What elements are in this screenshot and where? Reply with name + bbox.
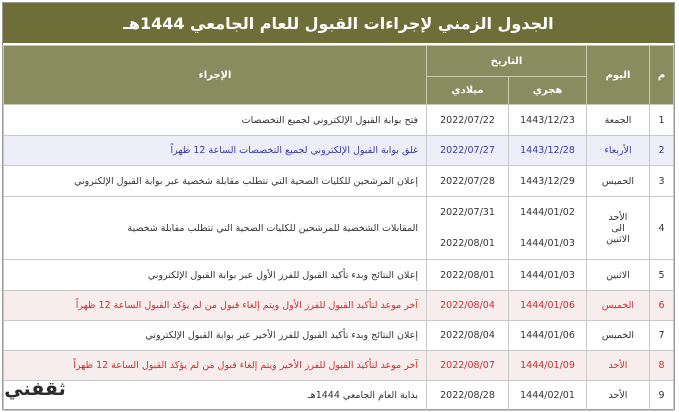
header-day: اليوم [586,45,650,105]
row-action: غلق بوابة القبول الإلكتروني لجميع التخصص… [3,135,427,166]
row-action: إعلان النتائج وبدء تأكيد القبول للفرز ال… [3,320,427,351]
row-number: 9 [649,380,674,411]
row-hijri-range: 1444/01/02 1444/01/03 [508,196,587,260]
header-date: التاريخ [426,45,587,77]
row-day: الأحد [586,380,650,411]
row-number: 5 [649,259,674,291]
row-number: 8 [649,350,674,381]
row-day-range: الأحد الى الاثنين [586,196,650,260]
row-day: الجمعة [586,104,650,136]
row-hijri: 1444/01/06 [508,320,587,351]
row-number: 1 [649,104,674,136]
row-gregorian-range: 2022/07/31 2022/08/01 [426,196,509,260]
row-day: الأحد [586,350,650,381]
table-title: الجدول الزمني لإجراءات القبول للعام الجا… [3,3,674,45]
header-hijri: هجري [508,76,587,105]
row-hijri: 1443/12/23 [508,104,587,136]
row-gregorian: 2022/08/28 [426,380,509,411]
row-gregorian: 2022/08/04 [426,290,509,321]
table-row: 8 الأحد 1444/01/09 2022/08/07 آخر موعد ل… [3,350,674,381]
table-row: 6 الخميس 1444/01/06 2022/08/04 آخر موعد … [3,290,674,321]
row-action: إعلان المرشحين للكليات الصحية التي تتطلب… [3,165,427,197]
table-row: 7 الخميس 1444/01/06 2022/08/04 إعلان الن… [3,320,674,351]
row-hijri: 1443/12/29 [508,165,587,197]
schedule-table: م اليوم التاريخ الإجراء هجري ميلادي 1 ال… [3,45,674,411]
row-gregorian: 2022/07/27 [426,135,509,166]
gregorian-start: 2022/07/31 [440,207,495,218]
row-action: فتح بوابة القبول الإلكتروني لجميع التخصص… [3,104,427,136]
row-hijri: 1444/01/09 [508,350,587,381]
row-number: 4 [649,196,674,260]
row-day: الخميس [586,290,650,321]
hijri-start: 1444/01/02 [520,207,575,218]
row-gregorian: 2022/08/07 [426,350,509,381]
row-hijri: 1443/12/28 [508,135,587,166]
header-action: الإجراء [3,45,427,105]
table-row: 9 الأحد 1444/02/01 2022/08/28 بداية العا… [3,380,674,411]
table-row: 2 الأربعاء 1443/12/28 2022/07/27 غلق بوا… [3,135,674,166]
row-hijri: 1444/02/01 [508,380,587,411]
hijri-end: 1444/01/03 [520,238,575,249]
row-hijri: 1444/01/06 [508,290,587,321]
day-start: الأحد [608,211,628,223]
logo-text: ثقفني [4,378,66,400]
row-day: الخميس [586,165,650,197]
row-action: المقابلات الشخصية للمرشحين للكليات الصحي… [3,196,427,260]
row-action: بداية العام الجامعي 1444هـ [3,380,427,411]
row-gregorian: 2022/07/22 [426,104,509,136]
row-number: 3 [649,165,674,197]
header-num: م [649,45,674,105]
row-day: الأربعاء [586,135,650,166]
day-separator: الى [611,222,625,234]
site-logo: ثقفني [4,374,66,404]
row-number: 6 [649,290,674,321]
row-action: آخر موعد لتأكيد القبول للفرز الأول ويتم … [3,290,427,321]
row-action: إعلان النتائج وبدء تأكيد القبول للفرز ال… [3,259,427,291]
row-number: 2 [649,135,674,166]
header-gregorian: ميلادي [426,76,509,105]
row-number: 7 [649,320,674,351]
table-row: 1 الجمعة 1443/12/23 2022/07/22 فتح بوابة… [3,104,674,136]
gregorian-end: 2022/08/01 [440,238,495,249]
row-action: آخر موعد لتأكيد القبول للفرز الأخير ويتم… [3,350,427,381]
row-day: الخميس [586,320,650,351]
schedule-table-container: الجدول الزمني لإجراءات القبول للعام الجا… [2,2,675,411]
day-end: الاثنين [606,233,630,245]
row-gregorian: 2022/08/04 [426,320,509,351]
row-hijri: 1444/01/03 [508,259,587,291]
table-row: 4 الأحد الى الاثنين 1444/01/02 1444/01/0… [3,196,674,260]
row-gregorian: 2022/07/28 [426,165,509,197]
table-row: 5 الاثنين 1444/01/03 2022/08/01 إعلان ال… [3,259,674,291]
table-row: 3 الخميس 1443/12/29 2022/07/28 إعلان الم… [3,165,674,197]
row-gregorian: 2022/08/01 [426,259,509,291]
row-day: الاثنين [586,259,650,291]
